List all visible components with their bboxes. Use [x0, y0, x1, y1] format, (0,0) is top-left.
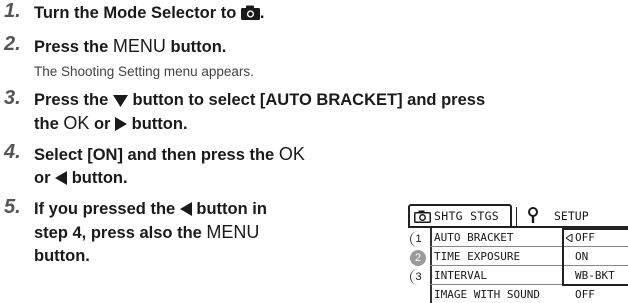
step-text: Press the button to select [AUTO BRACKET…: [34, 91, 486, 133]
left-triangle-icon: [179, 202, 192, 216]
menu-row-label: IMAGE WITH SOUND: [434, 288, 540, 301]
tab-label: SHTG STGS: [434, 209, 500, 223]
step-number: 2.: [4, 33, 21, 55]
tab-divider: [516, 207, 517, 226]
menu-row-label: AUTO BRACKET: [434, 231, 514, 244]
step-number: 5.: [4, 196, 21, 218]
step-number: 3.: [4, 87, 21, 109]
camera-icon: [414, 210, 431, 223]
menu-row-value: OFF: [575, 288, 595, 301]
tab-setup: SETUP: [516, 207, 628, 226]
menu-button-label: MENU: [206, 222, 260, 242]
step-text: Turn the Mode Selector to .: [34, 4, 265, 22]
tab-bar: SHTG STGS SETUP: [408, 204, 628, 228]
menu-row-label: TIME EXPOSURE: [434, 250, 521, 263]
page-number: 3: [410, 269, 426, 285]
tab-label: SETUP: [554, 209, 589, 223]
wrench-icon: [528, 207, 538, 223]
menu-row-label: INTERVAL: [434, 269, 487, 282]
right-triangle-icon: [115, 117, 128, 131]
ok-button-label: OK: [63, 113, 90, 133]
step-number: 1.: [4, 0, 21, 22]
menu-button-label: MENU: [112, 36, 166, 56]
ok-button-label: OK: [278, 144, 305, 164]
menu-row: IMAGE WITH SOUND OFF: [430, 285, 628, 303]
step-text: Select [ON] and then press the OK or but…: [34, 144, 305, 187]
step-subtext: The Shooting Setting menu appears.: [34, 64, 254, 79]
page-number: 1: [410, 231, 426, 247]
step-number: 4.: [4, 141, 21, 163]
tab-shooting-settings: SHTG STGS: [408, 204, 512, 226]
camera-menu-screen: SHTG STGS SETUP 1 2 3 AUTO BRACKET OFF T…: [408, 204, 628, 303]
step-text: If you pressed the button in step 4, pre…: [34, 200, 267, 265]
page-number-active: 2: [410, 250, 426, 266]
step-text: Press the MENU button.: [34, 36, 227, 56]
options-box: [562, 228, 628, 286]
left-triangle-icon: [55, 171, 68, 185]
camera-icon: [240, 5, 260, 20]
down-triangle-icon: [112, 95, 128, 107]
